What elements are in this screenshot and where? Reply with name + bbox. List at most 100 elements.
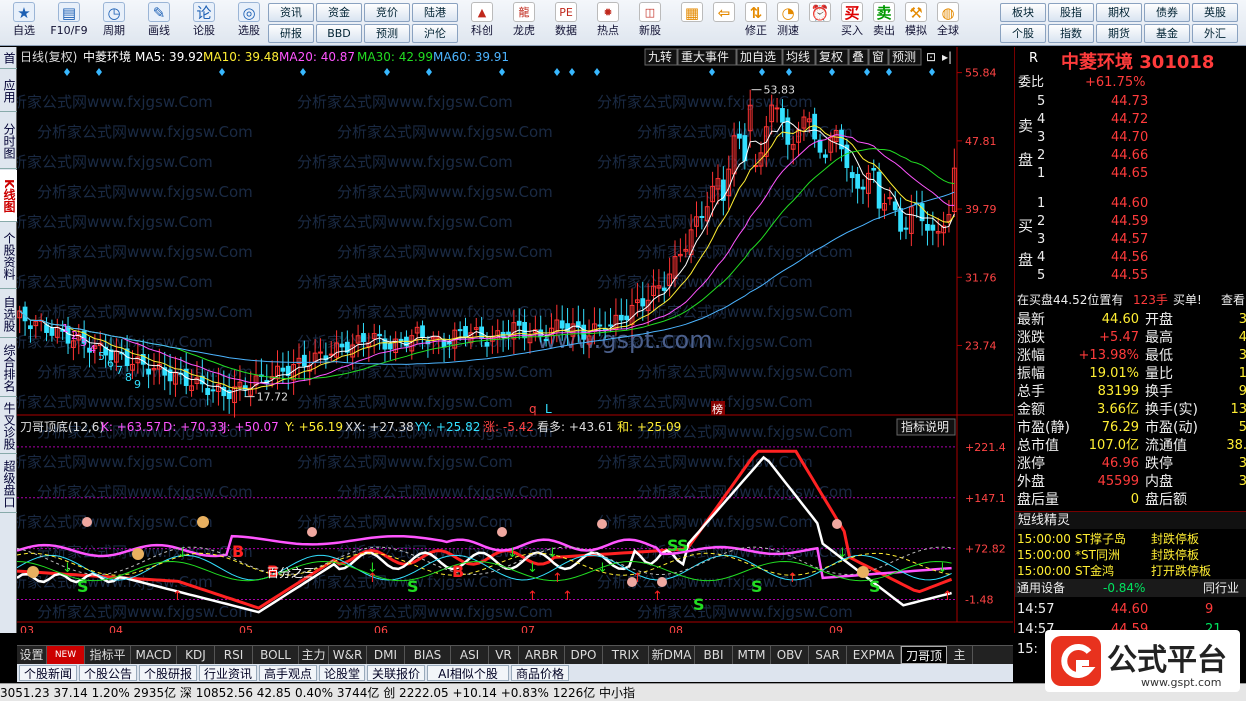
indicator-tab-2[interactable]: 指标平台: [85, 646, 131, 680]
kline-chart-area[interactable]: 分析家公式网www.fxjgsw.Com 分析家公式网www.fxjgsw.Com…: [0, 47, 1013, 637]
indicator-tab-12[interactable]: VR: [489, 646, 519, 664]
indicator-tab-14[interactable]: DPO: [565, 646, 603, 664]
toolbar-btn-2[interactable]: ◷ 周期: [92, 2, 136, 44]
left-tab-5[interactable]: 自选股: [0, 290, 17, 338]
kline-chart-svg[interactable]: 分析家公式网www.fxjgsw.Com 分析家公式网www.fxjgsw.Com…: [0, 47, 1013, 637]
toolbar-grid2-btn[interactable]: 英股: [1192, 3, 1238, 22]
toolbar-btn3-7[interactable]: ⚒ 模拟: [900, 2, 932, 44]
marker-bang: 榜: [712, 402, 723, 416]
indicator-tab-10[interactable]: BIAS: [405, 646, 451, 664]
news-tab-2[interactable]: 个股研报: [139, 665, 197, 681]
news-tab-8[interactable]: 商品价格: [511, 665, 569, 681]
indicator-tab-4[interactable]: KDJ: [177, 646, 215, 664]
toolbar-btn3-4[interactable]: ⏰: [804, 2, 836, 44]
toolbar-grid-btn[interactable]: 研报: [268, 24, 314, 43]
toolbar-btn2-4[interactable]: ◫ 新股: [630, 2, 670, 44]
indicator-explain-button[interactable]: 指标说明: [896, 418, 956, 436]
toolbar-btn-5[interactable]: ◎ 选股: [227, 2, 271, 44]
left-tab-2[interactable]: 分时图: [0, 113, 17, 169]
toolbar-btn3-8[interactable]: ◍ 全球: [932, 2, 964, 44]
chart-top-btn-7[interactable]: 预测: [888, 48, 922, 66]
indicator-tab-13[interactable]: ARBR: [519, 646, 565, 664]
toolbar-grid-btn[interactable]: 陆港: [412, 3, 458, 22]
left-tab-4[interactable]: 个股资料: [0, 223, 17, 289]
toolbar-grid2-btn[interactable]: 板块: [1000, 3, 1046, 22]
indicator-tab-bar: 设置NEW指标平台MACDKDJRSIBOLL主力W&RDMIBIASASIVR…: [17, 645, 1013, 681]
chart-top-btn-5[interactable]: 叠: [848, 48, 869, 66]
toolbar-btn2-3[interactable]: ✹ 热点: [588, 2, 628, 44]
toolbar-btn2-0[interactable]: ▲ 科创: [462, 2, 502, 44]
chart-top-btn-3[interactable]: 均线: [782, 48, 816, 66]
chart-top-btn-2[interactable]: 加自选: [736, 48, 783, 66]
toolbar-grid-btn[interactable]: 资金: [316, 3, 362, 22]
news-tab-4[interactable]: 高手观点: [259, 665, 317, 681]
news-tab-5[interactable]: 论股堂: [319, 665, 365, 681]
indicator-tab-23[interactable]: 主: [947, 646, 973, 664]
indicator-tab-20[interactable]: SAR: [809, 646, 847, 664]
indicator-tab-19[interactable]: OBV: [771, 646, 809, 664]
news-tab-7[interactable]: AI相似个股: [427, 665, 509, 681]
toolbar-grid-btn[interactable]: 预测: [364, 24, 410, 43]
stat-row: 盘后量 0 盘后额: [1017, 492, 1187, 508]
indicator-tab-8[interactable]: W&R: [329, 646, 367, 664]
watermark-text: 分析家公式网www.fxjgsw.Com: [297, 213, 513, 231]
toolbar-grid2-btn[interactable]: 期货: [1096, 24, 1142, 43]
left-tab-1[interactable]: 应用: [0, 70, 17, 112]
toolbar-btn2-2[interactable]: PE 数据: [546, 2, 586, 44]
down-arrow-icon: ↓: [937, 561, 948, 576]
indicator-tab-18[interactable]: MTM: [733, 646, 771, 664]
toolbar-btn-3[interactable]: ✎ 画线: [137, 2, 181, 44]
toolbar-btn-1[interactable]: ▤ F10/F9: [47, 2, 91, 44]
toolbar-grid-btn[interactable]: 资讯: [268, 3, 314, 22]
indicator-tab-3[interactable]: MACD: [131, 646, 177, 664]
left-tab-6[interactable]: 综合排名: [0, 339, 17, 397]
toolbar-grid2-btn[interactable]: 债券: [1144, 3, 1190, 22]
news-tab-0[interactable]: 个股新闻: [19, 665, 77, 681]
indicator-tab-5[interactable]: RSI: [215, 646, 253, 664]
toolbar-grid2-btn[interactable]: 个股: [1000, 24, 1046, 43]
toolbar-btn3-2[interactable]: ⇅ 修正: [740, 2, 772, 44]
toolbar-grid2-btn[interactable]: 外汇: [1192, 24, 1238, 43]
toolbar-btn3-0[interactable]: ▦: [676, 2, 708, 44]
toolbar-btn3-6[interactable]: 卖卖出: [868, 2, 900, 44]
toolbar-btn3-1[interactable]: ⇦: [708, 2, 740, 44]
chart-top-btn-6[interactable]: 窗: [868, 48, 889, 66]
toolbar-grid2-btn[interactable]: 基金: [1144, 24, 1190, 43]
chart-top-btn-1[interactable]: 重大事件: [677, 48, 737, 66]
indicator-tab-16[interactable]: 新DMA: [649, 646, 695, 664]
indicator-tab-0[interactable]: 设置: [17, 646, 47, 664]
toolbar-grid-btn[interactable]: 竞价: [364, 3, 410, 22]
order-view-link[interactable]: 查看: [1221, 291, 1245, 309]
toolbar-btn-0[interactable]: ★ 自选: [2, 2, 46, 44]
toolbar-grid-btn[interactable]: BBD: [316, 24, 362, 43]
indicator-tab-22[interactable]: 刀哥顶底: [901, 646, 947, 681]
left-tab-3[interactable]: K线图: [0, 170, 17, 222]
indicator-tab-1[interactable]: NEW: [47, 646, 85, 664]
news-tab-6[interactable]: 关联报价: [367, 665, 425, 681]
sell-level-row: 2 44.66: [1037, 148, 1149, 163]
news-tab-3[interactable]: 行业资讯: [199, 665, 257, 681]
toolbar-grid2-btn[interactable]: 股指: [1048, 3, 1094, 22]
toolbar-btn3-3[interactable]: ◔ 测速: [772, 2, 804, 44]
x-month-label: 05: [239, 624, 253, 633]
left-tab-8[interactable]: 超级盘口: [0, 455, 17, 513]
chart-top-btn-0[interactable]: 九转: [644, 48, 678, 66]
toolbar-btn-4[interactable]: 论论股: [182, 2, 226, 44]
left-tab-7[interactable]: 牛叉诊股: [0, 398, 17, 454]
toolbar-grid2-btn[interactable]: 指数: [1048, 24, 1094, 43]
news-tab-1[interactable]: 个股公告: [79, 665, 137, 681]
left-tab-0[interactable]: 首页: [0, 47, 17, 69]
indicator-tab-11[interactable]: ASI: [451, 646, 489, 664]
indicator-tab-9[interactable]: DMI: [367, 646, 405, 664]
toolbar-btn2-1[interactable]: 龍龙虎: [504, 2, 544, 44]
indicator-tab-15[interactable]: TRIX: [603, 646, 649, 664]
indicator-tab-17[interactable]: BBI: [695, 646, 733, 664]
indicator-tab-21[interactable]: EXPMA: [847, 646, 901, 664]
chart-top-btn-label: 预测: [892, 50, 916, 64]
indicator-tab-6[interactable]: BOLL: [253, 646, 299, 664]
chart-top-btn-4[interactable]: 复权: [815, 48, 849, 66]
indicator-tab-7[interactable]: 主力: [299, 646, 329, 664]
toolbar-btn3-5[interactable]: 买买入: [836, 2, 868, 44]
toolbar-grid2-btn[interactable]: 期权: [1096, 3, 1142, 22]
toolbar-grid-btn[interactable]: 沪伦: [412, 24, 458, 43]
